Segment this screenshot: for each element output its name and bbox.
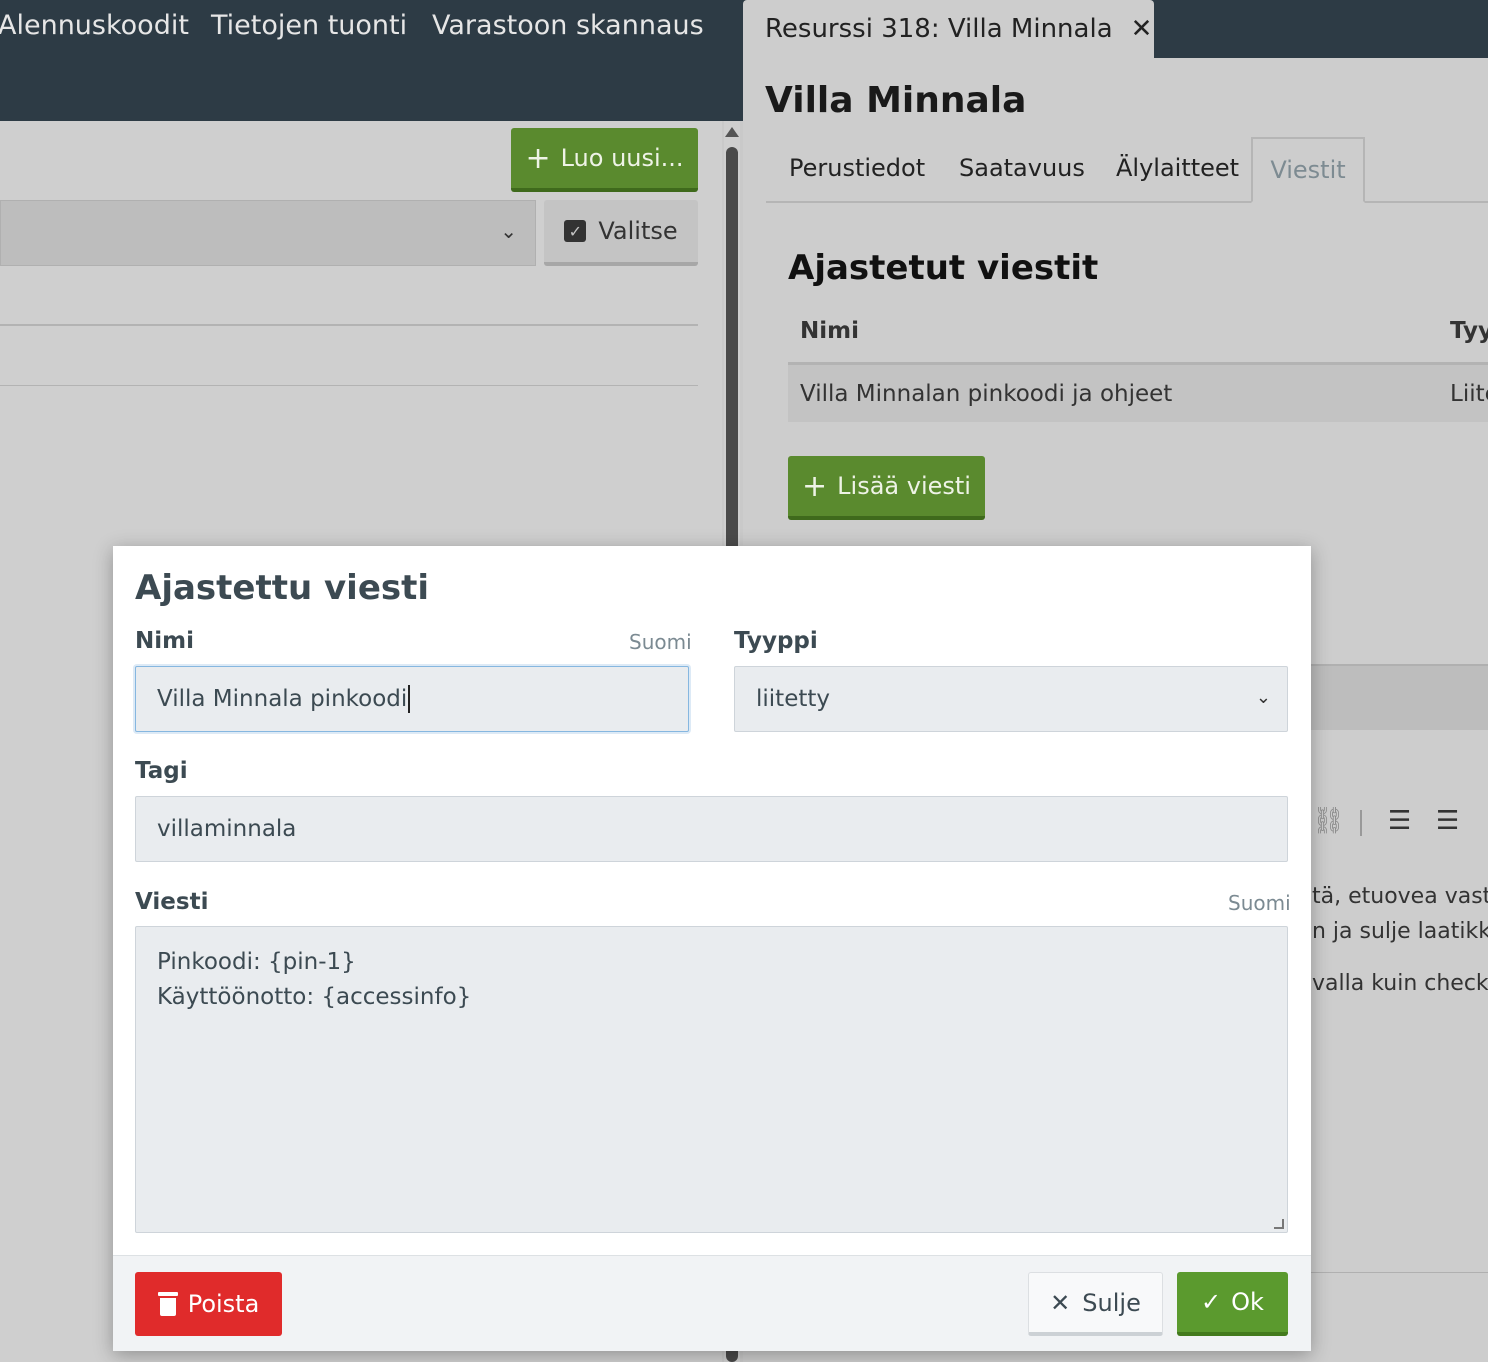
- name-input[interactable]: Villa Minnala pinkoodi: [135, 666, 689, 732]
- message-textarea[interactable]: Pinkoodi: {pin-1} Käyttöönotto: {accessi…: [135, 926, 1288, 1233]
- text-cursor: [408, 685, 411, 713]
- create-new-button[interactable]: + Luo uusi...: [511, 128, 698, 192]
- nav-item-alennuskoodit[interactable]: Alennuskoodit: [0, 10, 189, 41]
- scroll-up-arrow-icon[interactable]: [725, 127, 739, 137]
- chevron-down-icon: ⌄: [1255, 687, 1271, 708]
- delete-button[interactable]: Poista: [135, 1272, 282, 1336]
- align-left-icon[interactable]: ☰: [1388, 806, 1411, 836]
- resource-tab[interactable]: Resurssi 318: Villa Minnala ✕: [743, 0, 1154, 58]
- type-select-value: liitetty: [756, 686, 830, 712]
- tab-viestit[interactable]: Viestit: [1251, 137, 1365, 203]
- tag-input[interactable]: villaminnala: [135, 796, 1288, 862]
- close-button[interactable]: ✕ Sulje: [1028, 1272, 1163, 1336]
- type-label: Tyyppi: [734, 628, 818, 654]
- select-button-label: Valitse: [598, 217, 678, 245]
- close-icon[interactable]: ✕: [1131, 14, 1153, 44]
- ok-button-label: Ok: [1231, 1288, 1264, 1316]
- chevron-down-icon: ⌄: [500, 219, 517, 243]
- nav-item-tietojen-tuonti[interactable]: Tietojen tuonti: [211, 10, 407, 41]
- editor-text-line: n ja sulje laatikko: [1312, 919, 1488, 944]
- check-icon: ✓: [1201, 1288, 1222, 1316]
- divider: [1311, 1272, 1488, 1273]
- table-cell-type[interactable]: Liite: [1450, 381, 1488, 407]
- scheduled-message-modal: Ajastettu viesti Nimi Suomi Villa Minnal…: [113, 546, 1311, 1351]
- plus-icon: +: [802, 468, 828, 504]
- divider: [0, 385, 698, 386]
- unlink-icon[interactable]: ⛓: [1312, 806, 1345, 836]
- message-line: Pinkoodi: {pin-1}: [157, 949, 356, 975]
- table-cell-name[interactable]: Villa Minnalan pinkoodi ja ohjeet: [800, 381, 1172, 407]
- resize-handle-icon[interactable]: [1274, 1219, 1284, 1229]
- message-line: Käyttöönotto: {accessinfo}: [157, 984, 472, 1010]
- trash-icon: [157, 1292, 178, 1316]
- toolbar-separator: [1360, 810, 1362, 836]
- add-message-button[interactable]: + Lisää viesti: [788, 456, 985, 520]
- table-header-type[interactable]: Tyy: [1450, 318, 1488, 344]
- editor-header-bar: [1311, 664, 1488, 730]
- tab-saatavuus[interactable]: Saatavuus: [959, 154, 1085, 182]
- type-select[interactable]: liitetty ⌄: [734, 666, 1288, 732]
- resource-tab-title: Resurssi 318: Villa Minnala: [765, 14, 1113, 44]
- section-title: Ajastetut viestit: [788, 248, 1099, 288]
- modal-footer: Poista ✕ Sulje ✓ Ok: [113, 1255, 1311, 1351]
- create-new-label: Luo uusi...: [560, 144, 684, 172]
- align-center-icon[interactable]: ☰: [1436, 806, 1459, 836]
- divider: [0, 324, 698, 326]
- name-input-value: Villa Minnala pinkoodi: [157, 686, 408, 712]
- plus-icon: +: [525, 140, 551, 176]
- checkbox-icon: ✓: [564, 220, 587, 242]
- modal-title: Ajastettu viesti: [135, 568, 430, 608]
- ok-button[interactable]: ✓ Ok: [1177, 1272, 1288, 1336]
- table-header-name[interactable]: Nimi: [800, 318, 859, 344]
- tag-label: Tagi: [135, 758, 188, 784]
- left-filter-select[interactable]: ⌄: [0, 200, 536, 266]
- tabs-divider: [766, 201, 1488, 203]
- editor-text-line: tä, etuovea vasta: [1312, 884, 1488, 909]
- resource-title: Villa Minnala: [765, 80, 1027, 121]
- name-label: Nimi: [135, 628, 194, 654]
- select-button[interactable]: ✓ Valitse: [544, 200, 698, 266]
- add-message-label: Lisää viesti: [837, 472, 971, 500]
- tag-input-value: villaminnala: [157, 816, 297, 842]
- close-icon: ✕: [1050, 1288, 1071, 1317]
- delete-button-label: Poista: [187, 1290, 260, 1318]
- editor-text-line: valla kuin checki: [1312, 971, 1488, 996]
- message-label: Viesti: [135, 889, 209, 915]
- message-language-link[interactable]: Suomi: [1228, 891, 1291, 915]
- nav-item-varastoon-skannaus[interactable]: Varastoon skannaus: [432, 10, 704, 41]
- name-language-link[interactable]: Suomi: [629, 630, 692, 654]
- close-button-label: Sulje: [1082, 1288, 1141, 1317]
- tab-alylaitteet[interactable]: Älylaitteet: [1116, 154, 1239, 182]
- tab-perustiedot[interactable]: Perustiedot: [789, 154, 925, 182]
